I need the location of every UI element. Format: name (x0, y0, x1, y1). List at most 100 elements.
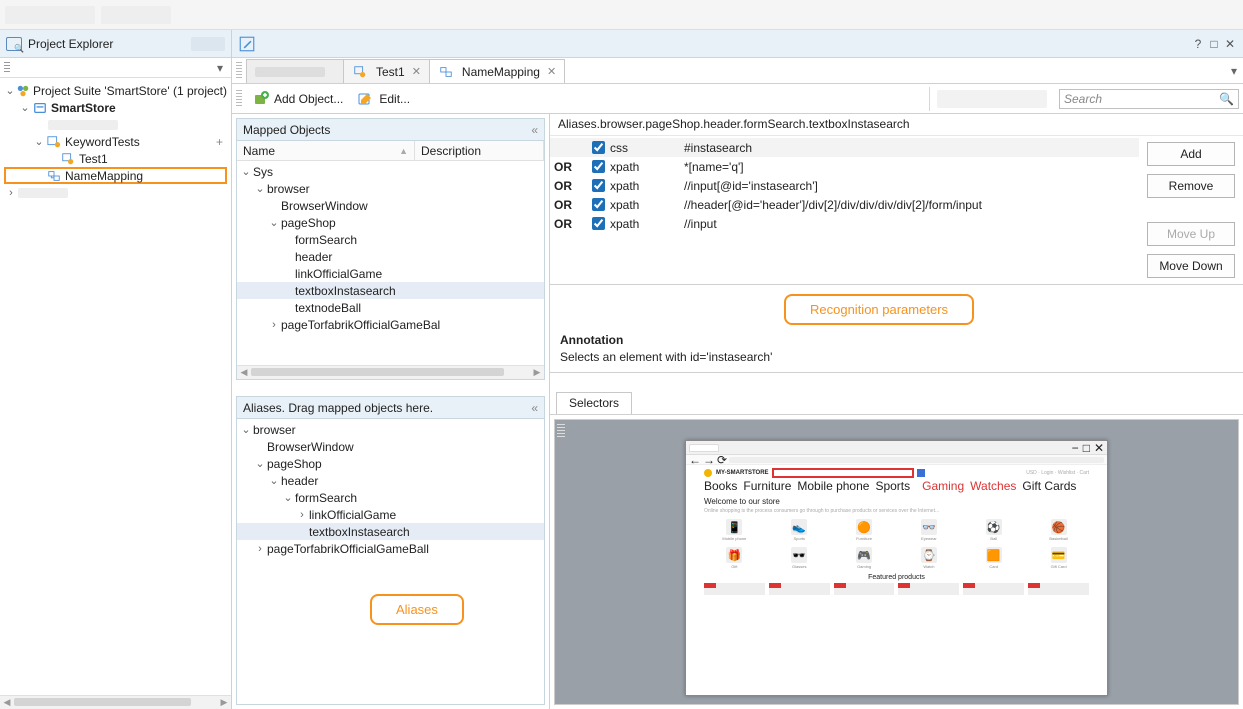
panel-blur (191, 37, 225, 51)
add-object-icon (252, 90, 270, 108)
search-input[interactable]: Search 🔍 (1059, 89, 1239, 109)
recognition-parameters: css#instasearchORxpath*[name='q']ORxpath… (550, 136, 1243, 285)
horizontal-scrollbar[interactable]: ◀▶ (237, 365, 544, 379)
project-explorer-toolbar: ▾ (0, 58, 231, 78)
app-menu-blur (101, 6, 171, 24)
namemapping-icon (46, 169, 62, 183)
tree-keyword-tests[interactable]: ⌄ KeywordTests + (2, 133, 229, 150)
grip-icon (236, 62, 242, 80)
toolbar-dropdown[interactable]: ▾ (213, 61, 227, 75)
property-checkbox[interactable] (592, 217, 605, 230)
grip-icon (4, 62, 10, 74)
aliases-header: Aliases. Drag mapped objects here. « (237, 397, 544, 419)
project-explorer-icon (6, 37, 22, 51)
property-checkbox[interactable] (592, 160, 605, 173)
project-explorer-title: Project Explorer (28, 37, 113, 51)
tree-selected: textboxInstasearch (237, 282, 544, 299)
search-icon[interactable]: 🔍 (1219, 92, 1234, 106)
horizontal-scrollbar[interactable]: ◀▶ (0, 695, 231, 709)
column-headers: Name▲ Description (237, 141, 544, 161)
tree-blur (2, 116, 229, 133)
property-checkbox[interactable] (592, 179, 605, 192)
annotation-section: Annotation Selects an element with id='i… (550, 325, 1243, 373)
browser-screenshot: −□✕ ←→⟳ MY-SMARTSTORE USD · Login · Wish… (685, 440, 1108, 696)
mapped-objects-tree[interactable]: ⌄Sys ⌄browser BrowserWindow ⌄pageShop fo… (237, 161, 544, 365)
help-icon[interactable]: ? (1191, 37, 1205, 51)
properties-table[interactable]: css#instasearchORxpath*[name='q']ORxpath… (550, 136, 1139, 284)
panel-title: Mapped Objects (243, 123, 330, 137)
tab-close-icon[interactable]: ✕ (412, 65, 421, 78)
window-controls: ? □ ✕ (1191, 37, 1237, 51)
test-icon (352, 65, 368, 79)
editor-tabs: Test1 ✕ NameMapping ✕ ▾ (232, 58, 1243, 84)
aliases-panel: Aliases. Drag mapped objects here. « ⌄br… (236, 396, 545, 705)
callout-aliases: Aliases (370, 594, 464, 625)
annotation-text: Selects an element with id='instasearch' (560, 350, 1233, 364)
tree-test1[interactable]: Test1 (2, 150, 229, 167)
edit-icon (357, 90, 375, 108)
grip-icon (557, 424, 565, 438)
add-icon[interactable]: + (216, 135, 227, 149)
add-button[interactable]: Add (1147, 142, 1235, 166)
collapse-icon[interactable]: « (531, 401, 538, 415)
expand-toggle[interactable]: ⌄ (18, 101, 32, 114)
suite-icon (16, 84, 30, 98)
workspace-toolbar: ? □ ✕ (232, 30, 1243, 58)
tab-blurred[interactable] (246, 59, 344, 83)
tree-label: Test1 (79, 152, 108, 166)
close-icon[interactable]: ✕ (1223, 37, 1237, 51)
test-icon (60, 152, 76, 166)
property-row[interactable]: ORxpath//header[@id='header']/div[2]/div… (550, 195, 1139, 214)
namemapping-icon (438, 65, 454, 79)
property-row[interactable]: ORxpath*[name='q'] (550, 157, 1139, 176)
tree-label: Project Suite 'SmartStore' (1 project) (33, 84, 227, 98)
column-description[interactable]: Description (415, 141, 544, 160)
property-row[interactable]: ORxpath//input[@id='instasearch'] (550, 176, 1139, 195)
property-checkbox[interactable] (592, 198, 605, 211)
tabs-overflow[interactable]: ▾ (1231, 64, 1243, 78)
mapped-objects-panel: Mapped Objects « Name▲ Description ⌄Sys … (236, 118, 545, 380)
tree-label: KeywordTests (65, 135, 140, 149)
tree-name-mapping[interactable]: NameMapping (4, 167, 227, 184)
app-titlebar (0, 0, 1243, 30)
property-checkbox[interactable] (592, 141, 605, 154)
tab-test1[interactable]: Test1 ✕ (343, 59, 430, 83)
expand-toggle[interactable]: › (4, 187, 18, 199)
tree-suite[interactable]: ⌄ Project Suite 'SmartStore' (1 project) (2, 82, 229, 99)
property-row[interactable]: ORxpath//input (550, 214, 1139, 233)
expand-toggle[interactable]: ⌄ (4, 84, 16, 97)
tab-label: Test1 (376, 65, 405, 79)
project-explorer-header: Project Explorer (0, 30, 231, 58)
sort-icon[interactable]: ▲ (399, 146, 408, 156)
tree-selected: textboxInstasearch (237, 523, 544, 540)
button-label: Edit... (379, 92, 410, 106)
tab-name-mapping[interactable]: NameMapping ✕ (429, 59, 565, 83)
edit-mode-icon[interactable] (238, 36, 256, 52)
tree-label: NameMapping (65, 169, 143, 183)
screenshot-preview[interactable]: −□✕ ←→⟳ MY-SMARTSTORE USD · Login · Wish… (554, 419, 1239, 705)
project-tree[interactable]: ⌄ Project Suite 'SmartStore' (1 project)… (0, 78, 231, 695)
property-row[interactable]: css#instasearch (550, 138, 1139, 157)
tab-label: NameMapping (462, 65, 540, 79)
column-name[interactable]: Name▲ (237, 141, 415, 160)
tree-collapsed[interactable]: › (2, 184, 229, 201)
tab-selectors[interactable]: Selectors (556, 392, 632, 414)
action-bar: Add Object... Edit... Search 🔍 (232, 84, 1243, 114)
tab-close-icon[interactable]: ✕ (547, 65, 556, 78)
move-down-button[interactable]: Move Down (1147, 254, 1235, 278)
app-menu-blur (5, 6, 95, 24)
button-label: Add Object... (274, 92, 343, 106)
button-column: Add Remove Move Up Move Down (1139, 136, 1243, 284)
maximize-icon[interactable]: □ (1207, 37, 1221, 51)
project-explorer-panel: Project Explorer ▾ ⌄ Project Suite 'Smar… (0, 30, 232, 709)
screenshot-search-highlight (773, 469, 913, 477)
expand-toggle[interactable]: ⌄ (32, 135, 46, 148)
mapped-objects-header: Mapped Objects « (237, 119, 544, 141)
collapse-icon[interactable]: « (531, 123, 538, 137)
tree-project[interactable]: ⌄ SmartStore (2, 99, 229, 116)
remove-button[interactable]: Remove (1147, 174, 1235, 198)
aliases-tree[interactable]: ⌄browser BrowserWindow ⌄pageShop ⌄header… (237, 419, 544, 704)
add-object-button[interactable]: Add Object... (248, 88, 347, 110)
edit-button[interactable]: Edit... (353, 88, 414, 110)
selectors-tabs: Selectors (550, 389, 1243, 415)
